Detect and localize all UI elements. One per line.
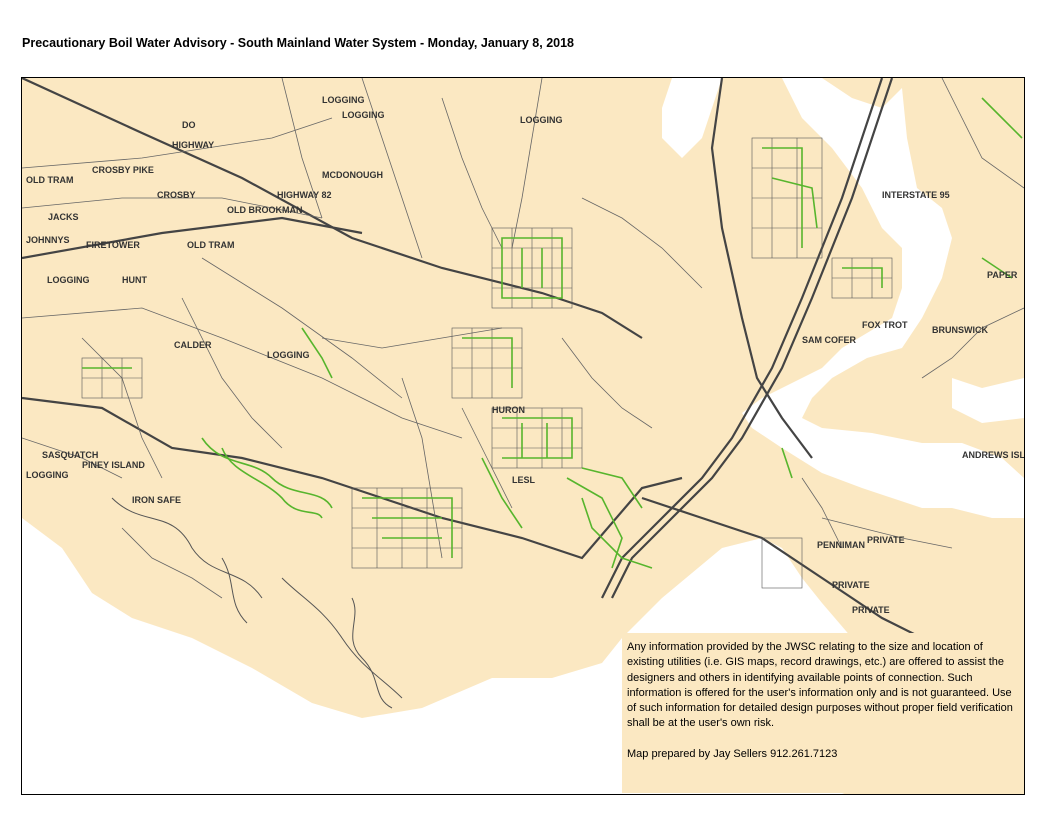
map-title: Precautionary Boil Water Advisory - Sout… — [22, 36, 574, 50]
road-label: OLD TRAM — [187, 240, 235, 250]
road-label: LOGGING — [267, 350, 310, 360]
road-label: OLD TRAM — [26, 175, 74, 185]
road-label: JACKS — [48, 212, 79, 222]
road-label: MCDONOUGH — [322, 170, 383, 180]
road-label: PAPER — [987, 270, 1018, 280]
road-label: LOGGING — [520, 115, 563, 125]
road-label: SAM COFER — [802, 335, 857, 345]
road-label: INTERSTATE 95 — [882, 190, 950, 200]
road-label: HIGHWAY — [172, 140, 214, 150]
road-label: HURON — [492, 405, 525, 415]
road-label: LOGGING — [47, 275, 90, 285]
road-label: CROSBY — [157, 190, 196, 200]
road-label: LOGGING — [342, 110, 385, 120]
disclaimer-text-block: Any information provided by the JWSC rel… — [627, 640, 1015, 762]
road-label: FOX TROT — [862, 320, 908, 330]
road-label: IRON SAFE — [132, 495, 181, 505]
road-label: HIGHWAY 82 — [277, 190, 332, 200]
road-label: PRIVATE — [832, 580, 870, 590]
map-frame[interactable]: OLD TRAM CROSBY PIKE DO HIGHWAY CROSBY J… — [21, 77, 1025, 795]
road-label: PRIVATE — [852, 605, 890, 615]
road-label: ANDREWS ISLAND — [962, 450, 1024, 460]
road-label: BRUNSWICK — [932, 325, 988, 335]
road-label: PRIVATE — [867, 535, 905, 545]
road-label: LOGGING — [322, 95, 365, 105]
disclaimer-box: Any information provided by the JWSC rel… — [622, 633, 1022, 793]
road-label: PENNIMAN — [817, 540, 865, 550]
road-label: OLD BROOKMAN — [227, 205, 303, 215]
disclaimer-text: Any information provided by the JWSC rel… — [627, 641, 1013, 730]
road-label: HUNT — [122, 275, 147, 285]
road-label: LOGGING — [26, 470, 69, 480]
road-label: FIRETOWER — [86, 240, 140, 250]
road-label: LESL — [512, 475, 536, 485]
road-label: PINEY ISLAND — [82, 460, 145, 470]
road-label: DO — [182, 120, 196, 130]
road-label: CALDER — [174, 340, 212, 350]
road-label: SASQUATCH — [42, 450, 98, 460]
road-label: JOHNNYS — [26, 235, 70, 245]
road-label: CROSBY PIKE — [92, 165, 154, 175]
map-credit: Map prepared by Jay Sellers 912.261.7123 — [627, 747, 838, 760]
